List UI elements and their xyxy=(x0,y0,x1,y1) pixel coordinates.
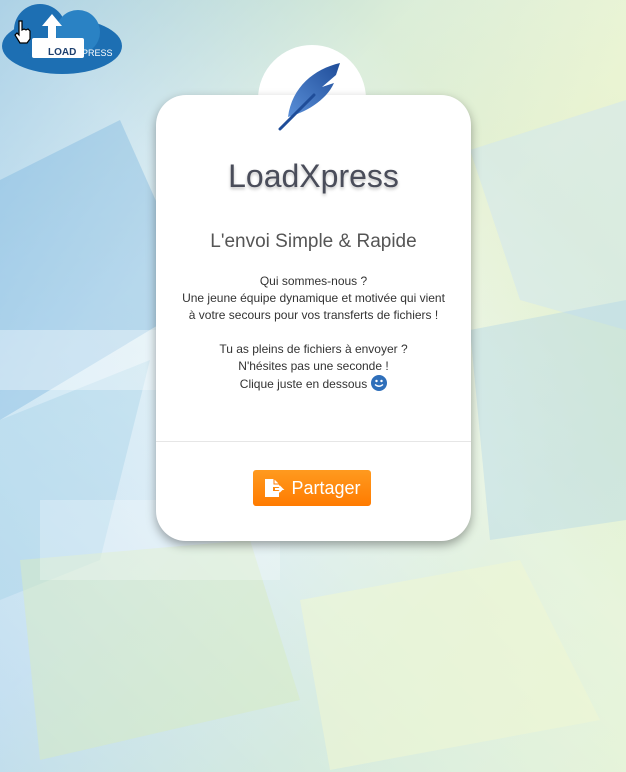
share-button[interactable]: Partager xyxy=(253,470,371,506)
desc-line: Qui sommes-nous ? xyxy=(259,274,368,288)
desc-line: à votre secours pour vos transferts de f… xyxy=(188,308,439,322)
desc-line: N'hésites pas une seconde ! xyxy=(238,359,389,373)
feather-icon xyxy=(278,63,340,131)
intro-card: LoadXpress L'envoi Simple & Rapide Qui s… xyxy=(156,63,471,541)
tagline: L'envoi Simple & Rapide xyxy=(210,231,417,252)
file-export-icon xyxy=(263,478,285,498)
page-title: LoadXpress xyxy=(228,158,399,194)
logo-text-small: LOAD xyxy=(48,47,76,58)
desc-line: Clique juste en dessous xyxy=(239,377,368,391)
description: Qui sommes-nous ? Une jeune équipe dynam… xyxy=(156,273,471,393)
divider xyxy=(156,441,471,442)
desc-line-last: Clique juste en dessous xyxy=(156,375,471,393)
hand-pointer-icon xyxy=(14,20,31,44)
share-button-label: Partager xyxy=(291,477,361,498)
loadxpress-logo[interactable]: LOAD XPRESS xyxy=(0,0,124,78)
logo-text-big: XPRESS xyxy=(76,48,113,58)
smile-icon xyxy=(371,375,388,391)
desc-line: Tu as pleins de fichiers à envoyer ? xyxy=(219,342,408,356)
desc-line: Une jeune équipe dynamique et motivée qu… xyxy=(182,291,445,305)
